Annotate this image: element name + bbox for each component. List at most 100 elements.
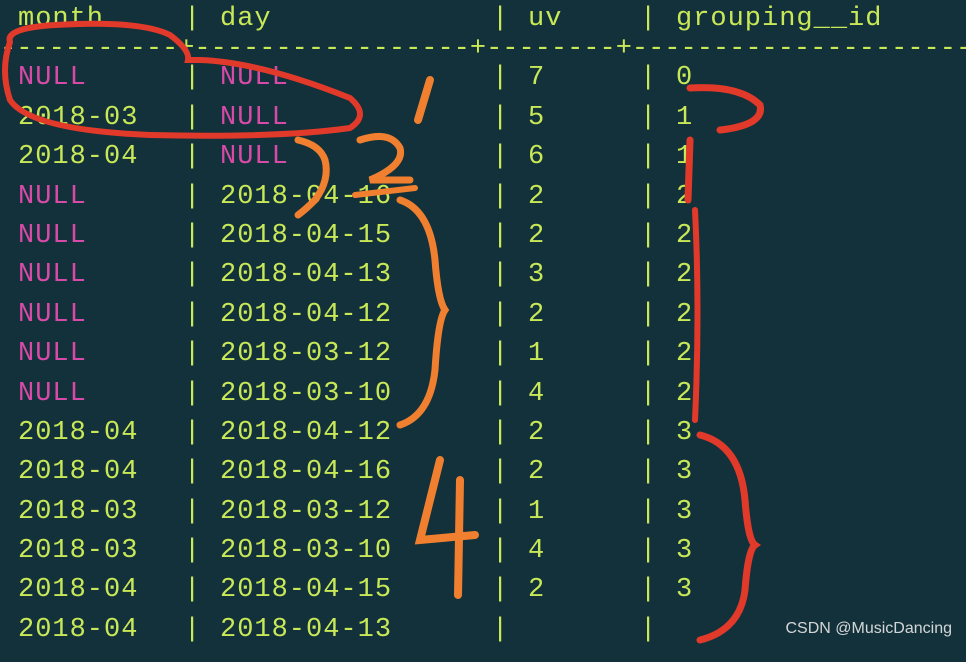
cell-day: NULL [202, 59, 492, 98]
column-separator: | [492, 493, 510, 532]
cell-month: 2018-04 [0, 453, 184, 492]
column-separator: | [640, 493, 658, 532]
column-separator: | [492, 256, 510, 295]
column-separator: | [640, 571, 658, 610]
table-row: 2018-04|2018-04-16|2|3 [0, 453, 966, 492]
table-body: NULL|NULL|7|02018-03|NULL|5|12018-04|NUL… [0, 59, 966, 650]
cell-grouping-id: 2 [658, 335, 908, 374]
column-separator: | [640, 0, 658, 39]
cell-uv: 2 [510, 453, 640, 492]
cell-uv: 3 [510, 256, 640, 295]
table-row: NULL|2018-04-13|3|2 [0, 256, 966, 295]
cell-grouping-id: 3 [658, 414, 908, 453]
cell-grouping-id: 1 [658, 138, 908, 177]
column-separator: | [640, 99, 658, 138]
cell-uv: 4 [510, 375, 640, 414]
cell-grouping-id: 2 [658, 296, 908, 335]
cell-day: 2018-04-13 [202, 256, 492, 295]
column-separator: | [492, 99, 510, 138]
divider-line: -----------+-----------------+--------+-… [0, 39, 966, 59]
column-separator: | [492, 375, 510, 414]
header-uv: uv [510, 0, 640, 39]
table-header-row: month | day | uv | grouping__id [0, 0, 966, 39]
cell-month: 2018-03 [0, 99, 184, 138]
cell-grouping-id: 3 [658, 571, 908, 610]
column-separator: | [492, 611, 510, 650]
column-separator: | [640, 217, 658, 256]
cell-uv: 4 [510, 532, 640, 571]
cell-grouping-id: 2 [658, 217, 908, 256]
column-separator: | [492, 571, 510, 610]
column-separator: | [184, 532, 202, 571]
table-row: 2018-04|2018-04-15|2|3 [0, 571, 966, 610]
cell-day: 2018-03-12 [202, 335, 492, 374]
cell-day: 2018-04-15 [202, 217, 492, 256]
cell-uv: 1 [510, 493, 640, 532]
cell-day: 2018-04-12 [202, 414, 492, 453]
column-separator: | [184, 296, 202, 335]
terminal-output: month | day | uv | grouping__id --------… [0, 0, 966, 650]
cell-month: NULL [0, 296, 184, 335]
column-separator: | [184, 571, 202, 610]
cell-day: 2018-04-16 [202, 453, 492, 492]
column-separator: | [184, 611, 202, 650]
column-separator: | [184, 335, 202, 374]
cell-month: NULL [0, 59, 184, 98]
cell-uv: 5 [510, 99, 640, 138]
column-separator: | [184, 493, 202, 532]
table-row: 2018-04|2018-04-12|2|3 [0, 414, 966, 453]
column-separator: | [640, 532, 658, 571]
column-separator: | [492, 59, 510, 98]
header-month: month [0, 0, 184, 39]
column-separator: | [184, 99, 202, 138]
column-separator: | [640, 414, 658, 453]
column-separator: | [492, 217, 510, 256]
cell-month: 2018-04 [0, 414, 184, 453]
column-separator: | [492, 178, 510, 217]
cell-uv: 7 [510, 59, 640, 98]
column-separator: | [184, 0, 202, 39]
cell-day: 2018-04-12 [202, 296, 492, 335]
cell-day: NULL [202, 138, 492, 177]
column-separator: | [184, 414, 202, 453]
cell-grouping-id: 3 [658, 453, 908, 492]
cell-day: 2018-04-16 [202, 178, 492, 217]
column-separator: | [184, 59, 202, 98]
table-row: NULL|2018-04-12|2|2 [0, 296, 966, 335]
column-separator: | [184, 256, 202, 295]
cell-month: 2018-03 [0, 532, 184, 571]
cell-day: 2018-04-13 [202, 611, 492, 650]
column-separator: | [492, 138, 510, 177]
column-separator: | [640, 296, 658, 335]
cell-uv: 2 [510, 296, 640, 335]
column-separator: | [492, 453, 510, 492]
table-row: 2018-03|NULL|5|1 [0, 99, 966, 138]
column-separator: | [640, 611, 658, 650]
table-row: 2018-04|NULL|6|1 [0, 138, 966, 177]
header-day: day [202, 0, 492, 39]
column-separator: | [492, 414, 510, 453]
table-row: NULL|2018-03-12|1|2 [0, 335, 966, 374]
column-separator: | [640, 453, 658, 492]
column-separator: | [640, 178, 658, 217]
column-separator: | [640, 59, 658, 98]
cell-month: NULL [0, 335, 184, 374]
table-row: NULL|2018-04-16|2|2 [0, 178, 966, 217]
column-separator: | [492, 296, 510, 335]
column-separator: | [640, 335, 658, 374]
cell-day: 2018-03-10 [202, 532, 492, 571]
cell-month: NULL [0, 217, 184, 256]
column-separator: | [492, 335, 510, 374]
cell-grouping-id: 1 [658, 99, 908, 138]
column-separator: | [492, 0, 510, 39]
cell-uv: 1 [510, 335, 640, 374]
table-row: 2018-03|2018-03-12|1|3 [0, 493, 966, 532]
cell-uv: 2 [510, 178, 640, 217]
cell-month: NULL [0, 256, 184, 295]
cell-month: NULL [0, 375, 184, 414]
column-separator: | [640, 138, 658, 177]
cell-month: 2018-04 [0, 138, 184, 177]
cell-grouping-id: 0 [658, 59, 908, 98]
column-separator: | [640, 256, 658, 295]
cell-uv: 2 [510, 414, 640, 453]
